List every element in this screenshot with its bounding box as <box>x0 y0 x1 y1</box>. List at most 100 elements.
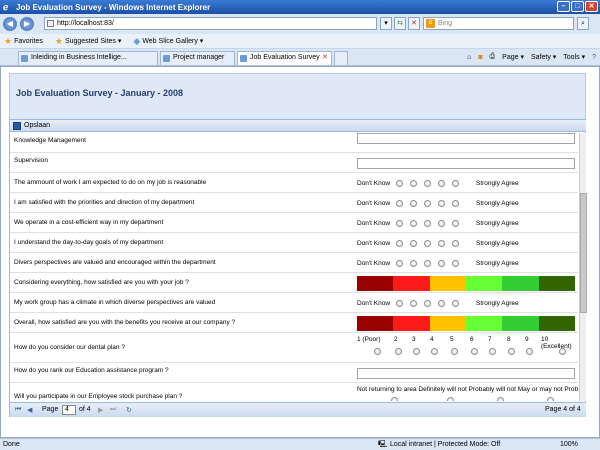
safety-menu[interactable]: Safety ▾ <box>531 53 556 61</box>
agree-radio[interactable] <box>452 180 459 187</box>
stock-plan-radio[interactable] <box>547 397 554 401</box>
agree-radio[interactable] <box>396 260 403 267</box>
new-tab-button[interactable] <box>334 51 348 65</box>
scale-radio[interactable] <box>526 348 533 355</box>
agree-radio[interactable] <box>438 220 445 227</box>
status-zoom[interactable]: 100% <box>560 439 578 450</box>
answer-text-input[interactable] <box>357 368 575 379</box>
scale-radio[interactable] <box>431 348 438 355</box>
agree-radio[interactable] <box>396 200 403 207</box>
agree-radio[interactable] <box>452 220 459 227</box>
address-input[interactable]: http://localhost:83/ <box>44 17 377 30</box>
agree-radio[interactable] <box>424 220 431 227</box>
tab-project-manager[interactable]: Project manager <box>160 51 235 65</box>
save-button[interactable]: Opslaan <box>10 120 586 132</box>
agree-radio[interactable] <box>438 240 445 247</box>
agree-radio[interactable] <box>438 200 445 207</box>
minimize-button[interactable]: – <box>557 1 570 12</box>
agree-radio[interactable] <box>396 220 403 227</box>
agree-radio[interactable] <box>410 240 417 247</box>
stock-plan-radio[interactable] <box>391 397 398 401</box>
prev-page-icon[interactable]: ◀ <box>27 406 32 414</box>
close-button[interactable]: ✕ <box>585 1 598 12</box>
color-scale-option[interactable] <box>538 276 575 291</box>
back-button[interactable]: ◀ <box>3 17 17 31</box>
refresh-stop-button[interactable]: ✕ <box>408 17 420 30</box>
scale-radio[interactable] <box>413 348 420 355</box>
agree-radio[interactable] <box>452 200 459 207</box>
agree-radio[interactable] <box>438 300 445 307</box>
refresh-icon[interactable]: ↻ <box>126 406 132 414</box>
color-scale-option[interactable] <box>465 316 503 331</box>
answer-text-input[interactable] <box>357 133 575 144</box>
agree-radio[interactable] <box>410 220 417 227</box>
home-icon[interactable]: ⌂ <box>467 54 471 61</box>
color-scale-option[interactable] <box>502 276 539 291</box>
tools-menu[interactable]: Tools ▾ <box>563 53 585 61</box>
scale-radio[interactable] <box>395 348 402 355</box>
color-scale-option[interactable] <box>465 276 503 291</box>
agree-radio[interactable] <box>396 300 403 307</box>
scrollbar[interactable] <box>579 133 587 401</box>
scale-radio[interactable] <box>451 348 458 355</box>
agree-radio[interactable] <box>424 240 431 247</box>
search-button[interactable]: ⌕ <box>577 17 589 30</box>
agree-radio[interactable] <box>452 300 459 307</box>
color-scale-option[interactable] <box>393 276 430 291</box>
search-input[interactable]: b Bing <box>423 17 574 30</box>
first-page-icon[interactable]: ⏮ <box>15 406 21 414</box>
color-scale-option[interactable] <box>502 316 539 331</box>
compat-view-button[interactable]: ⇆ <box>394 17 406 30</box>
agree-radio[interactable] <box>438 260 445 267</box>
suggested-sites-link[interactable]: ★ Suggested Sites ▾ <box>51 36 122 47</box>
agree-radio[interactable] <box>424 200 431 207</box>
agree-radio[interactable] <box>410 300 417 307</box>
agree-radio[interactable] <box>452 240 459 247</box>
stock-plan-radio[interactable] <box>447 397 454 401</box>
color-scale-option[interactable] <box>429 316 466 331</box>
agree-radio[interactable] <box>424 260 431 267</box>
color-scale-option[interactable] <box>357 316 394 331</box>
scrollbar-thumb[interactable] <box>580 193 587 313</box>
agree-radio[interactable] <box>410 180 417 187</box>
scale-label: 5 <box>450 336 454 343</box>
web-slice-gallery-link[interactable]: ◆ Web Slice Gallery ▾ <box>129 36 203 47</box>
favorites-button[interactable]: ★ Favorites <box>0 36 43 47</box>
question-row: How do you consider our dental plan ? 1 (… <box>10 333 578 363</box>
close-tab-icon[interactable]: ✕ <box>322 52 328 64</box>
page-number-input[interactable]: 4 <box>62 405 76 415</box>
agree-radio[interactable] <box>438 180 445 187</box>
agree-radio[interactable] <box>424 180 431 187</box>
dropdown-button[interactable]: ▾ <box>380 17 392 30</box>
print-icon[interactable]: ⎙ <box>490 53 496 61</box>
page-menu[interactable]: Page ▾ <box>502 53 524 61</box>
agree-radio[interactable] <box>396 180 403 187</box>
satisfaction-color-scale[interactable] <box>357 316 575 331</box>
scale-radio[interactable] <box>559 348 566 355</box>
color-scale-option[interactable] <box>357 276 394 291</box>
last-page-icon[interactable]: ⏭ <box>110 406 116 414</box>
satisfaction-color-scale[interactable] <box>357 276 575 291</box>
agree-radio[interactable] <box>452 260 459 267</box>
scale-radio[interactable] <box>374 348 381 355</box>
agree-radio[interactable] <box>424 300 431 307</box>
agree-radio[interactable] <box>396 240 403 247</box>
help-icon[interactable]: ? <box>592 54 596 61</box>
stock-plan-radio[interactable] <box>497 397 504 401</box>
next-page-icon[interactable]: ▶ <box>98 406 103 414</box>
answer-text-input[interactable] <box>357 158 575 169</box>
agree-radio[interactable] <box>410 200 417 207</box>
scale-radio[interactable] <box>508 348 515 355</box>
agree-radio[interactable] <box>410 260 417 267</box>
color-scale-option[interactable] <box>429 276 466 291</box>
forward-button[interactable]: ▶ <box>20 17 34 31</box>
tab-job-evaluation-survey[interactable]: Job Evaluation Survey ✕ <box>237 51 332 65</box>
feeds-icon[interactable]: ◙ <box>478 54 482 61</box>
strongly-agree-label: Strongly Agree <box>476 240 519 247</box>
tab-business-intelligence[interactable]: Inleiding in Business Intellige... <box>18 51 158 65</box>
color-scale-option[interactable] <box>393 316 430 331</box>
color-scale-option[interactable] <box>538 316 575 331</box>
maximize-button[interactable]: □ <box>571 1 584 12</box>
scale-radio[interactable] <box>471 348 478 355</box>
scale-radio[interactable] <box>489 348 496 355</box>
